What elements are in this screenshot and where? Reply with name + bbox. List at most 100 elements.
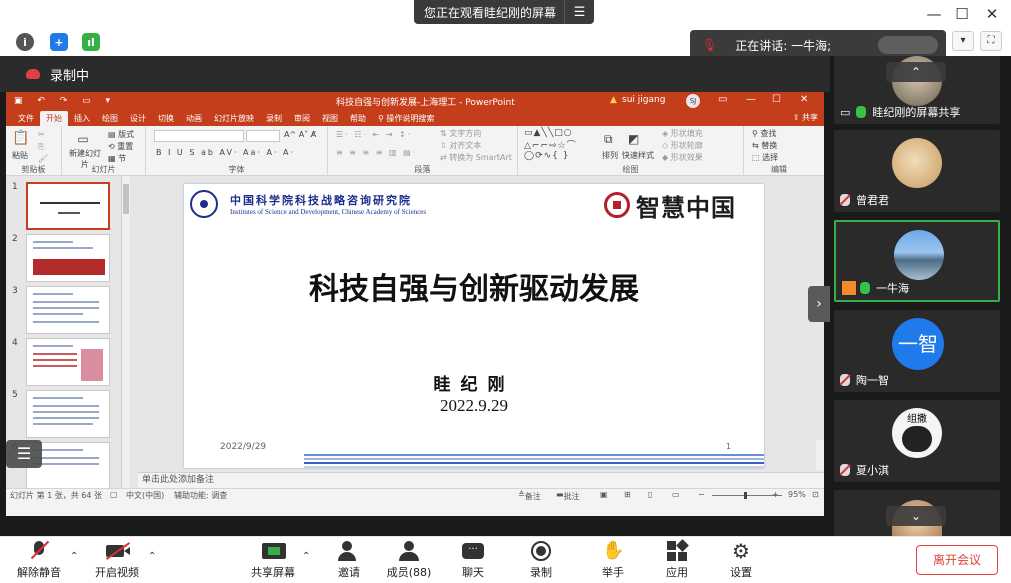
ppt-maximize-icon[interactable]: ☐ — [772, 94, 781, 105]
chat-button[interactable]: ··· 聊天 — [440, 541, 506, 581]
video-options-caret[interactable]: ⌃ — [148, 551, 156, 562]
current-slide[interactable]: 中国科学院科技战略咨询研究院 Institutes of Science and… — [184, 184, 764, 468]
text-direction-button[interactable]: ⇅ 文字方向 — [440, 128, 481, 139]
slide-thumbnail[interactable] — [26, 286, 110, 334]
record-button[interactable]: 录制 — [508, 541, 574, 581]
tab-help[interactable]: 帮助 — [344, 111, 372, 126]
tab-animations[interactable]: 动画 — [180, 111, 208, 126]
participant-tile[interactable]: 一智 陶一智 — [834, 310, 1000, 392]
tab-slideshow[interactable]: 幻灯片放映 — [208, 111, 260, 126]
screen-share-banner[interactable]: 您正在观看眭纪刚的屏幕 ☰ — [414, 0, 595, 24]
find-button[interactable]: ⚲ 查找 — [752, 128, 776, 139]
paste-icon[interactable]: 📋 — [12, 130, 29, 146]
invite-button[interactable]: 邀请 — [316, 541, 382, 581]
thumbnails-scrollbar[interactable] — [121, 176, 130, 488]
tell-me-search[interactable]: ⚲ 操作说明搜索 — [372, 111, 440, 126]
font-grow-shrink-icons[interactable]: A^ A˅ A̸ — [284, 130, 316, 139]
quick-styles-label[interactable]: 快速样式 — [622, 150, 654, 161]
new-slide-icon[interactable]: ▭ — [68, 132, 98, 146]
signal-strength-icon[interactable]: ıl — [82, 33, 100, 51]
status-notes-button[interactable]: ≙ 备注 — [518, 490, 541, 501]
annotation-menu-icon[interactable]: ☰ — [6, 440, 42, 468]
collapse-panel-icon[interactable]: › — [808, 286, 830, 322]
list-buttons[interactable]: ☰· ☷· ⇤ ⇥ ↕· — [336, 130, 412, 139]
unmute-button[interactable]: 解除静音 — [6, 540, 72, 581]
font-size-select[interactable] — [246, 130, 280, 142]
smartart-button[interactable]: ⇄ 转换为 SmartArt — [440, 152, 512, 163]
share-options-caret[interactable]: ⌃ — [302, 551, 310, 562]
share-button[interactable]: ⇪ 共享 — [793, 112, 818, 123]
security-shield-icon[interactable]: + — [50, 33, 68, 51]
reading-view-icon[interactable]: ▯ — [648, 490, 652, 499]
replace-button[interactable]: ⇆ 替换 — [752, 140, 777, 151]
paste-label[interactable]: 粘贴 — [12, 150, 28, 161]
shapes-gallery[interactable]: ▭▲╲╲□○ △⌐⌐⇨☆⌒ ◯⟳∿{ } — [524, 128, 577, 161]
slideshow-icon[interactable]: ▭ — [672, 490, 680, 499]
apps-button[interactable]: 应用 — [644, 539, 710, 581]
participant-tile[interactable]: 曾君君 — [834, 130, 1000, 212]
format-painter-icon[interactable]: 🖌 — [38, 154, 48, 163]
copy-icon[interactable]: ⎘ — [38, 142, 44, 152]
participant-tile[interactable]: 组撒 夏小淇 — [834, 400, 1000, 482]
section-button[interactable]: ▦ 节 — [108, 153, 126, 164]
notes-pane[interactable]: 单击此处添加备注 — [138, 472, 824, 488]
view-dropdown-button[interactable]: ▾ — [952, 31, 974, 51]
user-avatar[interactable]: SJ — [686, 94, 700, 108]
select-button[interactable]: ⬚ 选择 — [752, 152, 778, 163]
shape-effects-button[interactable]: ◆ 形状效果 — [662, 152, 703, 163]
view-options-icon[interactable]: ☰ — [564, 0, 594, 24]
ppt-close-icon[interactable]: ✕ — [800, 94, 808, 105]
tab-draw[interactable]: 绘图 — [96, 111, 124, 126]
cut-icon[interactable]: ✂ — [38, 130, 45, 139]
slide-thumbnail[interactable] — [26, 338, 110, 386]
close-button[interactable]: ✕ — [980, 4, 1004, 24]
align-text-button[interactable]: ⇳ 对齐文本 — [440, 140, 481, 151]
status-accessibility[interactable]: 辅助功能: 调查 — [174, 490, 227, 501]
scroll-down-icon[interactable]: ⌄ — [886, 506, 946, 526]
tab-view[interactable]: 视图 — [316, 111, 344, 126]
tab-transitions[interactable]: 切换 — [152, 111, 180, 126]
fit-slide-icon[interactable]: ⊡ — [812, 490, 819, 499]
spellcheck-icon[interactable]: ▢ — [110, 490, 118, 499]
participants-button[interactable]: 成员(88) — [376, 541, 442, 581]
quick-access-icons[interactable]: ▣ ↶ ↷ ▭ ▾ — [14, 96, 116, 106]
participant-tile[interactable]: 一牛海 — [834, 220, 1000, 302]
slide-sorter-icon[interactable]: ⊞ — [624, 490, 631, 499]
minimize-button[interactable]: — — [922, 4, 946, 24]
tab-home[interactable]: 开始 — [40, 111, 68, 126]
start-video-button[interactable]: 开启视频 — [84, 541, 150, 581]
tab-insert[interactable]: 插入 — [68, 111, 96, 126]
reset-button[interactable]: ⟲ 重置 — [108, 141, 133, 152]
normal-view-icon[interactable]: ▣ — [600, 490, 608, 499]
tab-record[interactable]: 录制 — [260, 111, 288, 126]
scroll-up-icon[interactable]: ⌃ — [886, 62, 946, 82]
ppt-minimize-icon[interactable]: — — [746, 94, 756, 105]
quick-styles-icon[interactable]: ◩ — [628, 132, 639, 146]
maximize-button[interactable]: ☐ — [950, 4, 974, 24]
slide-thumbnail[interactable] — [26, 182, 110, 230]
settings-button[interactable]: ⚙ 设置 — [708, 541, 774, 581]
slide-scrollbar[interactable] — [816, 440, 824, 470]
arrange-icon[interactable]: ⧉ — [604, 132, 613, 147]
zoom-in-icon[interactable]: + — [772, 490, 779, 499]
status-comments-button[interactable]: ▬ 批注 — [556, 490, 580, 501]
slide-thumbnail[interactable] — [26, 234, 110, 282]
tab-design[interactable]: 设计 — [124, 111, 152, 126]
raise-hand-button[interactable]: ✋ 举手 — [580, 541, 646, 581]
leave-meeting-button[interactable]: 离开会议 — [916, 545, 998, 575]
font-name-select[interactable] — [154, 130, 244, 142]
slide-thumbnail[interactable] — [26, 390, 110, 438]
tab-file[interactable]: 文件 — [12, 111, 40, 126]
audio-options-caret[interactable]: ⌃ — [70, 551, 78, 562]
zoom-slider-knob[interactable] — [744, 492, 747, 499]
status-language[interactable]: 中文(中国) — [126, 490, 164, 501]
align-buttons[interactable]: ≡ ≡ ≡ ≡ ▥ ▤· — [336, 148, 417, 157]
font-format-buttons[interactable]: B I U S ab AV· Aa· A· A· — [156, 148, 295, 157]
zoom-out-icon[interactable]: − — [698, 490, 705, 499]
fullscreen-icon[interactable]: ⛶ — [980, 31, 1002, 51]
tab-review[interactable]: 审阅 — [288, 111, 316, 126]
share-screen-button[interactable]: 共享屏幕 — [240, 541, 306, 581]
arrange-label[interactable]: 排列 — [602, 150, 618, 161]
ribbon-display-icon[interactable]: ▭ — [718, 94, 727, 105]
info-icon[interactable]: i — [16, 33, 34, 51]
